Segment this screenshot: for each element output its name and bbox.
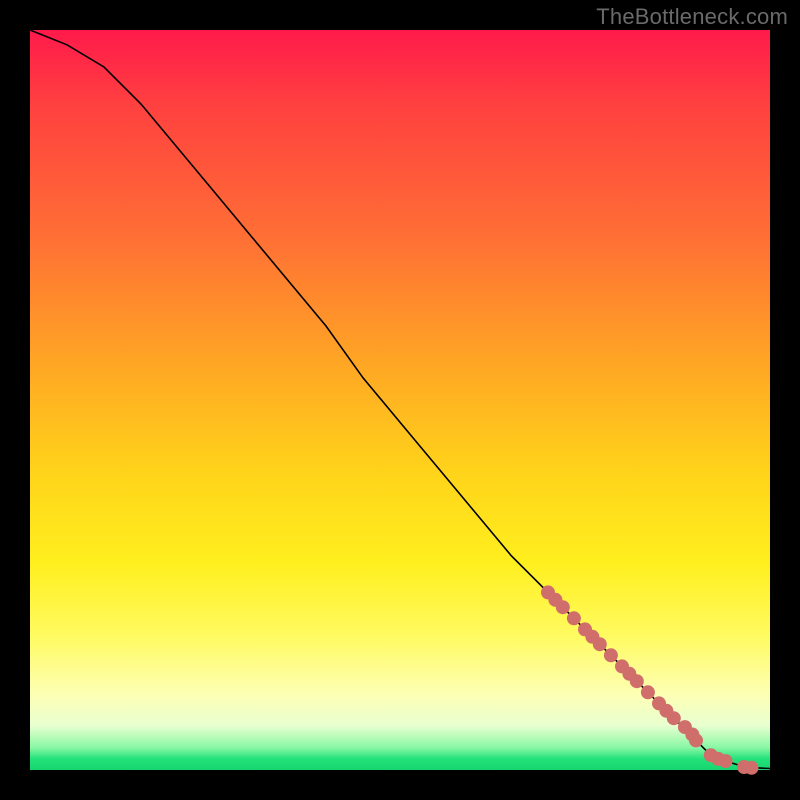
marker-dot	[641, 685, 655, 699]
chart-frame: TheBottleneck.com	[0, 0, 800, 800]
marker-dot	[567, 611, 581, 625]
marker-dot	[667, 711, 681, 725]
marker-dot	[719, 754, 733, 768]
marker-dot	[604, 648, 618, 662]
marker-dot	[556, 600, 570, 614]
plot-area	[30, 30, 770, 770]
watermark-text: TheBottleneck.com	[596, 4, 788, 30]
marker-dot	[593, 637, 607, 651]
marker-dot	[689, 733, 703, 747]
marker-dot	[630, 674, 644, 688]
curve-path	[30, 30, 770, 769]
marker-dot	[745, 761, 759, 775]
marker-group	[541, 585, 759, 774]
chart-overlay	[30, 30, 770, 770]
